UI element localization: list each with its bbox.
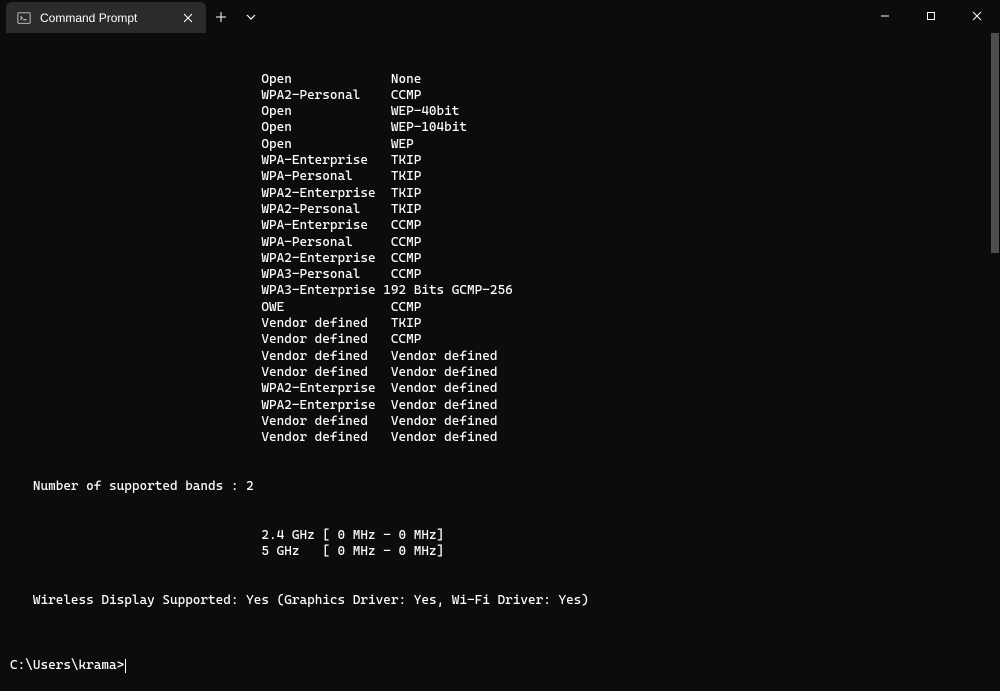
cipher-value: TKIP — [391, 316, 421, 332]
auth-value: Vendor defined — [261, 365, 390, 381]
auth-cipher-row: Vendor definedVendor defined — [10, 414, 1000, 430]
wireless-display-value: Yes (Graphics Driver: Yes, Wi-Fi Driver:… — [246, 593, 589, 608]
bands-label: Number of supported bands : — [33, 479, 239, 494]
auth-cipher-row: OpenNone — [10, 72, 1000, 88]
cipher-value: WEP — [391, 137, 414, 153]
auth-value: Open — [261, 104, 390, 120]
auth-value: WPA2-Enterprise — [261, 251, 390, 267]
prompt: C:\Users\krama> — [10, 658, 124, 673]
auth-cipher-row: WPA-EnterpriseTKIP — [10, 153, 1000, 169]
auth-cipher-row: Vendor definedCCMP — [10, 332, 1000, 348]
scrollbar[interactable] — [990, 33, 1000, 530]
scrollbar-thumb[interactable] — [991, 33, 999, 253]
auth-value: OWE — [261, 300, 390, 316]
cipher-value: CCMP — [391, 332, 421, 348]
tab-close-button[interactable] — [180, 10, 196, 26]
cipher-value: CCMP — [391, 88, 421, 104]
auth-cipher-row: OpenWEP — [10, 137, 1000, 153]
cipher-value: CCMP — [391, 267, 421, 283]
auth-value: WPA2-Personal — [261, 202, 390, 218]
auth-value: WPA3-Enterprise 192 Bits GCMP-256 — [261, 283, 512, 299]
auth-cipher-row: OWECCMP — [10, 300, 1000, 316]
auth-value: Vendor defined — [261, 430, 390, 446]
cipher-value: TKIP — [391, 202, 421, 218]
auth-value: WPA3-Personal — [261, 267, 390, 283]
cipher-value: Vendor defined — [391, 365, 498, 381]
auth-cipher-row: Vendor definedVendor defined — [10, 365, 1000, 381]
auth-cipher-row: WPA2-EnterpriseVendor defined — [10, 381, 1000, 397]
auth-value: Vendor defined — [261, 332, 390, 348]
auth-value: WPA-Personal — [261, 169, 390, 185]
auth-cipher-row: WPA3-Enterprise 192 Bits GCMP-256 — [10, 283, 1000, 299]
titlebar: Command Prompt — [0, 0, 1000, 33]
cipher-value: CCMP — [391, 218, 421, 234]
cipher-value: CCMP — [391, 300, 421, 316]
cipher-value: Vendor defined — [391, 414, 498, 430]
auth-cipher-row: WPA2-PersonalTKIP — [10, 202, 1000, 218]
cipher-value: WEP-104bit — [391, 120, 467, 136]
cipher-value: Vendor defined — [391, 430, 498, 446]
auth-cipher-row: WPA2-EnterpriseVendor defined — [10, 398, 1000, 414]
window-controls — [862, 0, 1000, 32]
auth-value: Vendor defined — [261, 414, 390, 430]
cipher-value: CCMP — [391, 235, 421, 251]
auth-value: WPA-Personal — [261, 235, 390, 251]
band-line: 5 GHz [ 0 MHz - 0 MHz] — [10, 544, 1000, 560]
auth-cipher-row: Vendor definedVendor defined — [10, 430, 1000, 446]
tab-title: Command Prompt — [40, 11, 180, 25]
close-button[interactable] — [954, 0, 1000, 32]
auth-cipher-row: Vendor definedVendor defined — [10, 349, 1000, 365]
auth-cipher-row: OpenWEP-40bit — [10, 104, 1000, 120]
auth-value: WPA2-Enterprise — [261, 381, 390, 397]
auth-cipher-row: WPA-EnterpriseCCMP — [10, 218, 1000, 234]
auth-value: WPA-Enterprise — [261, 153, 390, 169]
band-line: 2.4 GHz [ 0 MHz - 0 MHz] — [10, 528, 1000, 544]
auth-cipher-row: WPA2-EnterpriseTKIP — [10, 186, 1000, 202]
auth-cipher-row: WPA2-PersonalCCMP — [10, 88, 1000, 104]
wireless-display-label: Wireless Display Supported: — [33, 593, 239, 608]
auth-value: Vendor defined — [261, 349, 390, 365]
cipher-value: CCMP — [391, 251, 421, 267]
auth-value: Vendor defined — [261, 316, 390, 332]
maximize-button[interactable] — [908, 0, 954, 32]
auth-cipher-row: WPA3-PersonalCCMP — [10, 267, 1000, 283]
new-tab-button[interactable] — [206, 2, 236, 32]
auth-value: WPA2-Enterprise — [261, 398, 390, 414]
cipher-value: Vendor defined — [391, 398, 498, 414]
auth-cipher-row: WPA2-EnterpriseCCMP — [10, 251, 1000, 267]
cipher-value: TKIP — [391, 169, 421, 185]
tab-command-prompt[interactable]: Command Prompt — [6, 2, 206, 33]
auth-value: WPA2-Enterprise — [261, 186, 390, 202]
auth-cipher-row: Vendor definedTKIP — [10, 316, 1000, 332]
cursor — [125, 659, 126, 673]
cipher-value: TKIP — [391, 186, 421, 202]
cipher-value: None — [391, 72, 421, 88]
tab-dropdown-button[interactable] — [236, 2, 266, 32]
bands-count: 2 — [246, 479, 254, 494]
auth-cipher-row: WPA-PersonalTKIP — [10, 169, 1000, 185]
minimize-button[interactable] — [862, 0, 908, 32]
auth-cipher-row: WPA-PersonalCCMP — [10, 235, 1000, 251]
auth-value: WPA-Enterprise — [261, 218, 390, 234]
auth-value: Open — [261, 72, 390, 88]
cipher-value: WEP-40bit — [391, 104, 460, 120]
auth-cipher-row: OpenWEP-104bit — [10, 120, 1000, 136]
terminal-icon — [16, 10, 32, 26]
auth-value: WPA2-Personal — [261, 88, 390, 104]
cipher-value: Vendor defined — [391, 381, 498, 397]
auth-value: Open — [261, 120, 390, 136]
cipher-value: TKIP — [391, 153, 421, 169]
terminal-output[interactable]: OpenNoneWPA2-PersonalCCMPOpenWEP-40bitOp… — [0, 33, 1000, 530]
auth-value: Open — [261, 137, 390, 153]
cipher-value: Vendor defined — [391, 349, 498, 365]
